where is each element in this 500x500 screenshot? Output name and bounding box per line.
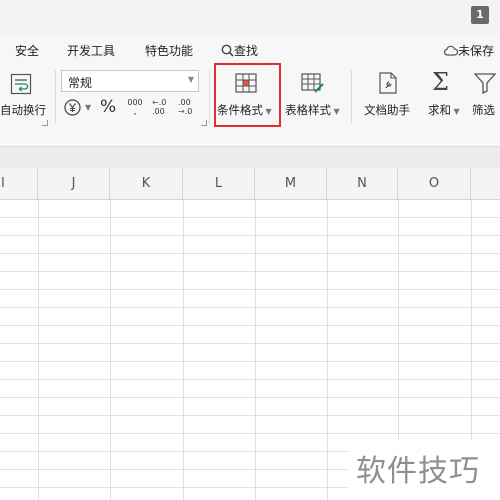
column-header-row: I J K L M N O [0,168,500,200]
table-style-button[interactable]: 表格样式 ▼ [284,70,344,122]
document-helper-button[interactable]: 文档助手 [360,70,414,122]
grid-line [38,200,39,500]
grid-line [255,200,256,500]
number-format-launcher[interactable] [201,120,207,126]
search-icon [221,44,234,57]
menu-features[interactable]: 特色功能 [145,42,193,59]
grid-line [0,289,500,290]
document-helper-label: 文档助手 [364,103,410,117]
highlight-box [214,63,281,127]
alignment-launcher[interactable] [42,120,48,126]
grid-line [327,200,328,500]
filter-icon [474,73,496,94]
grid-line [0,379,500,380]
document-helper-icon [379,72,397,94]
grid-line [0,325,500,326]
filter-button[interactable]: 筛选 [468,70,500,122]
cloud-status[interactable]: 未保存 [443,42,494,59]
grid-line [0,307,500,308]
cloud-icon [444,45,459,56]
currency-yen-icon [64,99,81,116]
grid-line [0,361,500,362]
menu-bar: 安全 开发工具 特色功能 查找 未保存 [0,34,500,64]
column-header-j[interactable]: J [38,168,110,199]
formula-bar-area [0,147,500,168]
grid-line [0,397,500,398]
column-header-o[interactable]: O [398,168,471,199]
cloud-status-label: 未保存 [458,44,495,58]
percent-button[interactable]: % [100,97,116,117]
menu-security[interactable]: 安全 [15,42,39,59]
grid-line [0,253,500,254]
column-header-l[interactable]: L [183,168,255,199]
separator [351,70,352,124]
decrease-decimal-top: .00 [178,98,191,107]
search-label: 查找 [234,44,259,58]
separator [209,70,210,124]
sum-label: 求和 ▼ [428,103,460,117]
search-button[interactable]: 查找 [221,42,258,59]
grid-line [0,271,500,272]
window-badge: 1 [471,6,489,24]
thousands-separator-button[interactable]: 000, [125,98,145,118]
grid-line [0,217,500,218]
decrease-decimal-bottom: .0 [184,107,193,116]
filter-label: 筛选 [472,103,495,117]
currency-button[interactable]: ▼ [64,99,94,117]
column-header-n[interactable]: N [327,168,398,199]
table-style-label: 表格样式 ▼ [285,103,340,117]
number-format-select[interactable]: 常规 ▼ [61,70,199,92]
auto-wrap-button[interactable]: 自动换行 [0,70,48,122]
number-format-value: 常规 [68,76,93,90]
watermark: 软件技巧 [348,440,500,500]
decrease-decimal-button[interactable]: .00 →.0 [178,98,200,120]
column-header-k[interactable]: K [110,168,183,199]
column-header-m[interactable]: M [255,168,327,199]
increase-decimal-button[interactable]: ←.0.00 [152,98,174,120]
table-style-icon [301,73,324,93]
thousands-label: 000 [127,98,143,107]
grid-line [0,235,500,236]
wrap-text-icon [10,73,32,95]
grid-line [0,433,500,434]
grid-line [110,200,111,500]
column-header-i[interactable]: I [0,168,38,199]
separator [55,70,56,124]
grid-line [0,415,500,416]
menu-developer-tools[interactable]: 开发工具 [67,42,115,59]
grid-line [183,200,184,500]
auto-wrap-label: 自动换行 [0,103,46,117]
sum-button[interactable]: Σ 求和 ▼ [424,68,464,122]
watermark-text: 软件技巧 [356,454,480,489]
title-strip: 1 [0,0,500,34]
increase-decimal-bottom: .00 [152,107,165,116]
grid-line [0,343,500,344]
increase-decimal-top: .0 [158,98,167,107]
sigma-icon: Σ [432,68,449,96]
chevron-down-icon: ▼ [85,103,92,112]
chevron-down-icon: ▼ [187,75,194,84]
